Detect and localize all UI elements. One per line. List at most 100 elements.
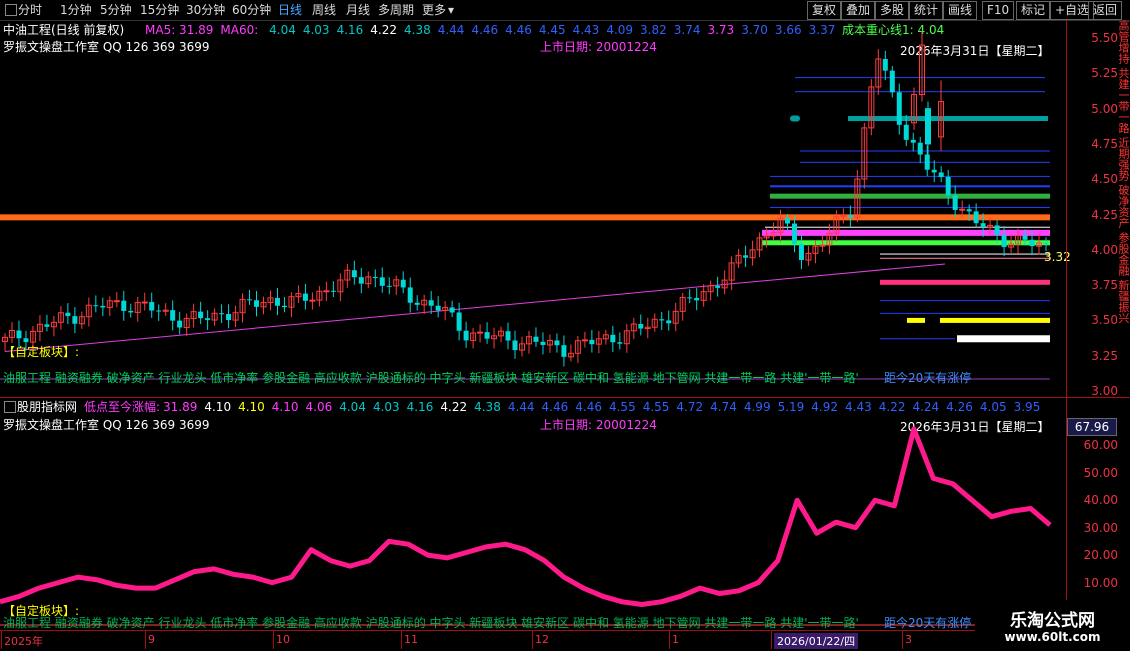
candle-body — [1043, 242, 1049, 245]
candle-body — [533, 336, 539, 342]
indicator-band — [880, 312, 1050, 314]
candle-body — [323, 290, 330, 293]
candle-body — [791, 223, 797, 245]
price-tick: 3.75 — [1091, 278, 1118, 293]
candle-body — [1022, 235, 1028, 240]
date-tick-mark — [1, 631, 2, 649]
candle-body — [980, 223, 986, 228]
candle-body — [330, 290, 336, 292]
tab-2[interactable]: 5分钟 — [100, 2, 132, 18]
watermark-logo: 乐淘公式网 www.60lt.com — [975, 600, 1130, 650]
candle-body — [687, 297, 693, 299]
price-tick: 4.25 — [1091, 207, 1118, 222]
candle-body — [617, 342, 623, 344]
indicator-band — [800, 150, 1050, 152]
candle-body — [610, 334, 616, 343]
candle-body — [505, 331, 511, 341]
date-tick-mark — [669, 631, 670, 649]
watermark-title: 乐淘公式网 — [1010, 611, 1095, 631]
indicator-band — [880, 300, 1050, 302]
candle-body — [274, 297, 280, 306]
sub-limit-up-days: 距今20天有涨停 — [884, 616, 972, 630]
indicator-line-chart[interactable] — [0, 398, 1066, 630]
more-dropdown-icon[interactable]: ▾ — [448, 3, 454, 17]
indicator-band — [790, 115, 800, 122]
candle-body — [477, 331, 484, 334]
candle-body — [1029, 239, 1035, 247]
candle-body — [896, 92, 902, 125]
candle-body — [379, 277, 385, 286]
tab-7[interactable]: 周线 — [312, 2, 336, 18]
candle-body — [156, 310, 162, 312]
candle-body — [100, 305, 106, 308]
candle-body — [715, 285, 721, 288]
date-tick: 12 — [535, 633, 549, 646]
date-tick-mark — [771, 631, 772, 649]
price-tick: 4.75 — [1091, 136, 1118, 151]
date-axis: 2025年 9 10 11 12 1 2026/01/22/四 3 — [0, 630, 1066, 651]
tab-3[interactable]: 15分钟 — [140, 2, 179, 18]
candle-body — [281, 305, 287, 308]
tab-4[interactable]: 30分钟 — [186, 2, 225, 18]
indicator-band — [907, 317, 925, 323]
price-tick: 5.25 — [1091, 66, 1118, 81]
toolbar-button-6[interactable]: 标记 — [1016, 1, 1051, 20]
date-tick: 1 — [672, 633, 679, 646]
candle-body — [952, 195, 958, 210]
candle-body — [351, 270, 357, 278]
toolbar-button-8[interactable]: 返回 — [1088, 1, 1123, 20]
candle-body — [512, 340, 518, 351]
toolbar-button-1[interactable]: 叠加 — [841, 1, 876, 20]
toolbar-button-4[interactable]: 画线 — [943, 1, 978, 20]
candlestick-chart[interactable] — [0, 21, 1066, 397]
toolbar-button-0[interactable]: 复权 — [807, 1, 842, 20]
indicator-tick: 60.00 — [1083, 438, 1118, 453]
candle-body — [581, 339, 588, 342]
candle-body — [149, 302, 155, 311]
tab-6[interactable]: 日线 — [278, 2, 302, 18]
period-toolbar: 分时 1分钟 5分钟 15分钟 30分钟 60分钟 日线 周线 月线 多周期 更多 ▾ 复权 叠加 多股统… — [0, 0, 1130, 21]
candle-body — [659, 319, 665, 321]
tab-8[interactable]: 月线 — [346, 2, 370, 18]
date-tick: 9 — [148, 633, 155, 646]
candle-body — [484, 332, 490, 339]
window-icon[interactable] — [5, 4, 17, 16]
indicator-band — [940, 317, 1050, 323]
candle-body — [889, 70, 895, 93]
toolbar-button-2[interactable]: 多股 — [875, 1, 910, 20]
custom-sector-label: 【自定板块】: — [3, 345, 80, 359]
tab-1[interactable]: 1分钟 — [60, 2, 92, 18]
price-tick: 4.50 — [1091, 172, 1118, 187]
date-tick-mark — [401, 631, 402, 649]
date-tick-mark — [902, 631, 903, 649]
candle-body — [638, 324, 644, 329]
indicator-band — [880, 279, 1050, 285]
tab-9[interactable]: 多周期 — [378, 2, 414, 18]
indicator-band — [765, 226, 1050, 228]
toolbar-button-3[interactable]: 统计 — [909, 1, 944, 20]
candle-body — [917, 142, 923, 155]
candle-body — [540, 341, 546, 345]
tab-0[interactable]: 分时 — [18, 2, 42, 18]
current-value-badge: 67.96 — [1067, 418, 1117, 436]
candle-body — [170, 310, 176, 321]
candle-body — [784, 218, 790, 224]
date-tick: 2026/01/22/四 — [774, 633, 859, 649]
candle-body — [847, 215, 853, 218]
indicator-band — [770, 193, 1050, 199]
candle-body — [743, 255, 749, 258]
toolbar-button-5[interactable]: F10 — [982, 1, 1015, 20]
tab-5[interactable]: 60分钟 — [232, 2, 271, 18]
candle-body — [205, 318, 211, 321]
candle-body — [966, 209, 972, 212]
indicator-band — [770, 185, 1050, 188]
candle-body — [910, 139, 916, 143]
candle-body — [358, 277, 364, 284]
tab-10[interactable]: 更多 ▾ — [422, 2, 454, 18]
limit-up-days: 距今20天有涨停 — [884, 371, 972, 385]
candle-body — [924, 154, 930, 170]
date-tick: 11 — [404, 633, 418, 646]
candle-body — [945, 176, 951, 196]
candle-body — [386, 285, 392, 287]
right-strip-text: 高管增持 共建一带一路 近期强势 破净资产 参股金融 新疆振兴 — [1117, 20, 1130, 324]
